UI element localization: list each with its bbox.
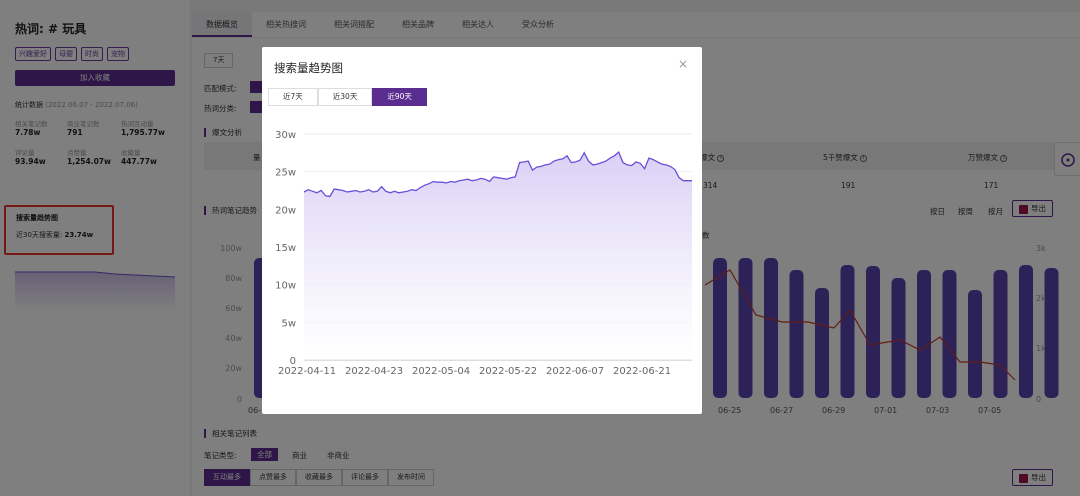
y-axis-tick: 30w xyxy=(275,130,296,141)
y-axis-tick: 25w xyxy=(275,168,296,179)
search-trend-modal: 搜索量趋势图 × 近7天 近30天 近90天 0 5w 10w 15w 20w 25w 30… xyxy=(262,47,702,414)
y-axis-tick: 10w xyxy=(275,281,296,292)
y-axis-tick: 20w xyxy=(275,205,296,216)
search-volume-chart: 05w10w15w20w25w30w 2022-04-11 2022-04-23 2… xyxy=(275,130,692,377)
x-axis-tick: 2022-04-11 xyxy=(278,366,336,377)
x-axis-tick: 2022-05-04 xyxy=(412,366,470,377)
y-axis-tick: 5w xyxy=(281,318,296,329)
x-axis-tick: 2022-04-23 xyxy=(345,366,403,377)
x-axis-tick: 2022-05-22 xyxy=(479,366,537,377)
y-axis-tick: 15w xyxy=(275,243,296,254)
y-axis: 05w10w15w20w25w30w xyxy=(275,130,296,367)
x-axis: 2022-04-11 2022-04-23 2022-05-04 2022-05-22… xyxy=(278,366,671,377)
x-axis-tick: 2022-06-21 xyxy=(613,366,671,377)
x-axis-tick: 2022-06-07 xyxy=(546,366,604,377)
search-volume-area xyxy=(304,152,692,360)
